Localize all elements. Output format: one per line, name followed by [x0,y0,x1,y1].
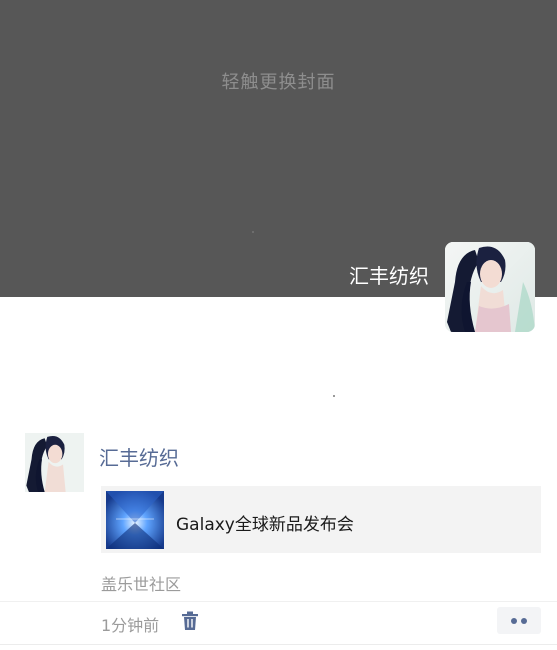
shared-link-card[interactable]: Galaxy全球新品发布会 [101,486,541,553]
link-title: Galaxy全球新品发布会 [176,515,354,535]
more-dots-icon [511,618,517,624]
post-location[interactable]: 盖乐世社区 [101,571,181,595]
woman-portrait-icon [445,242,535,332]
post-time: 1分钟前 [101,616,160,635]
post-bottom-divider [0,644,557,645]
more-dots-icon [521,618,527,624]
more-actions-button[interactable] [497,607,541,634]
trash-icon[interactable] [181,611,199,631]
moment-post: 汇丰纺织 Galaxy全球新品发布会 盖乐世社区 1分钟前 [0,430,557,650]
change-cover-hint[interactable]: 轻触更换封面 [0,68,557,94]
post-author-name[interactable]: 汇丰纺织 [99,442,179,471]
profile-avatar[interactable] [445,242,535,332]
cover-dot [252,231,254,233]
divider [0,601,557,602]
refresh-dot [333,395,335,397]
galaxy-event-thumbnail-icon [106,491,164,549]
post-avatar[interactable] [25,433,84,492]
profile-name: 汇丰纺织 [349,264,429,288]
woman-portrait-icon [25,433,84,492]
